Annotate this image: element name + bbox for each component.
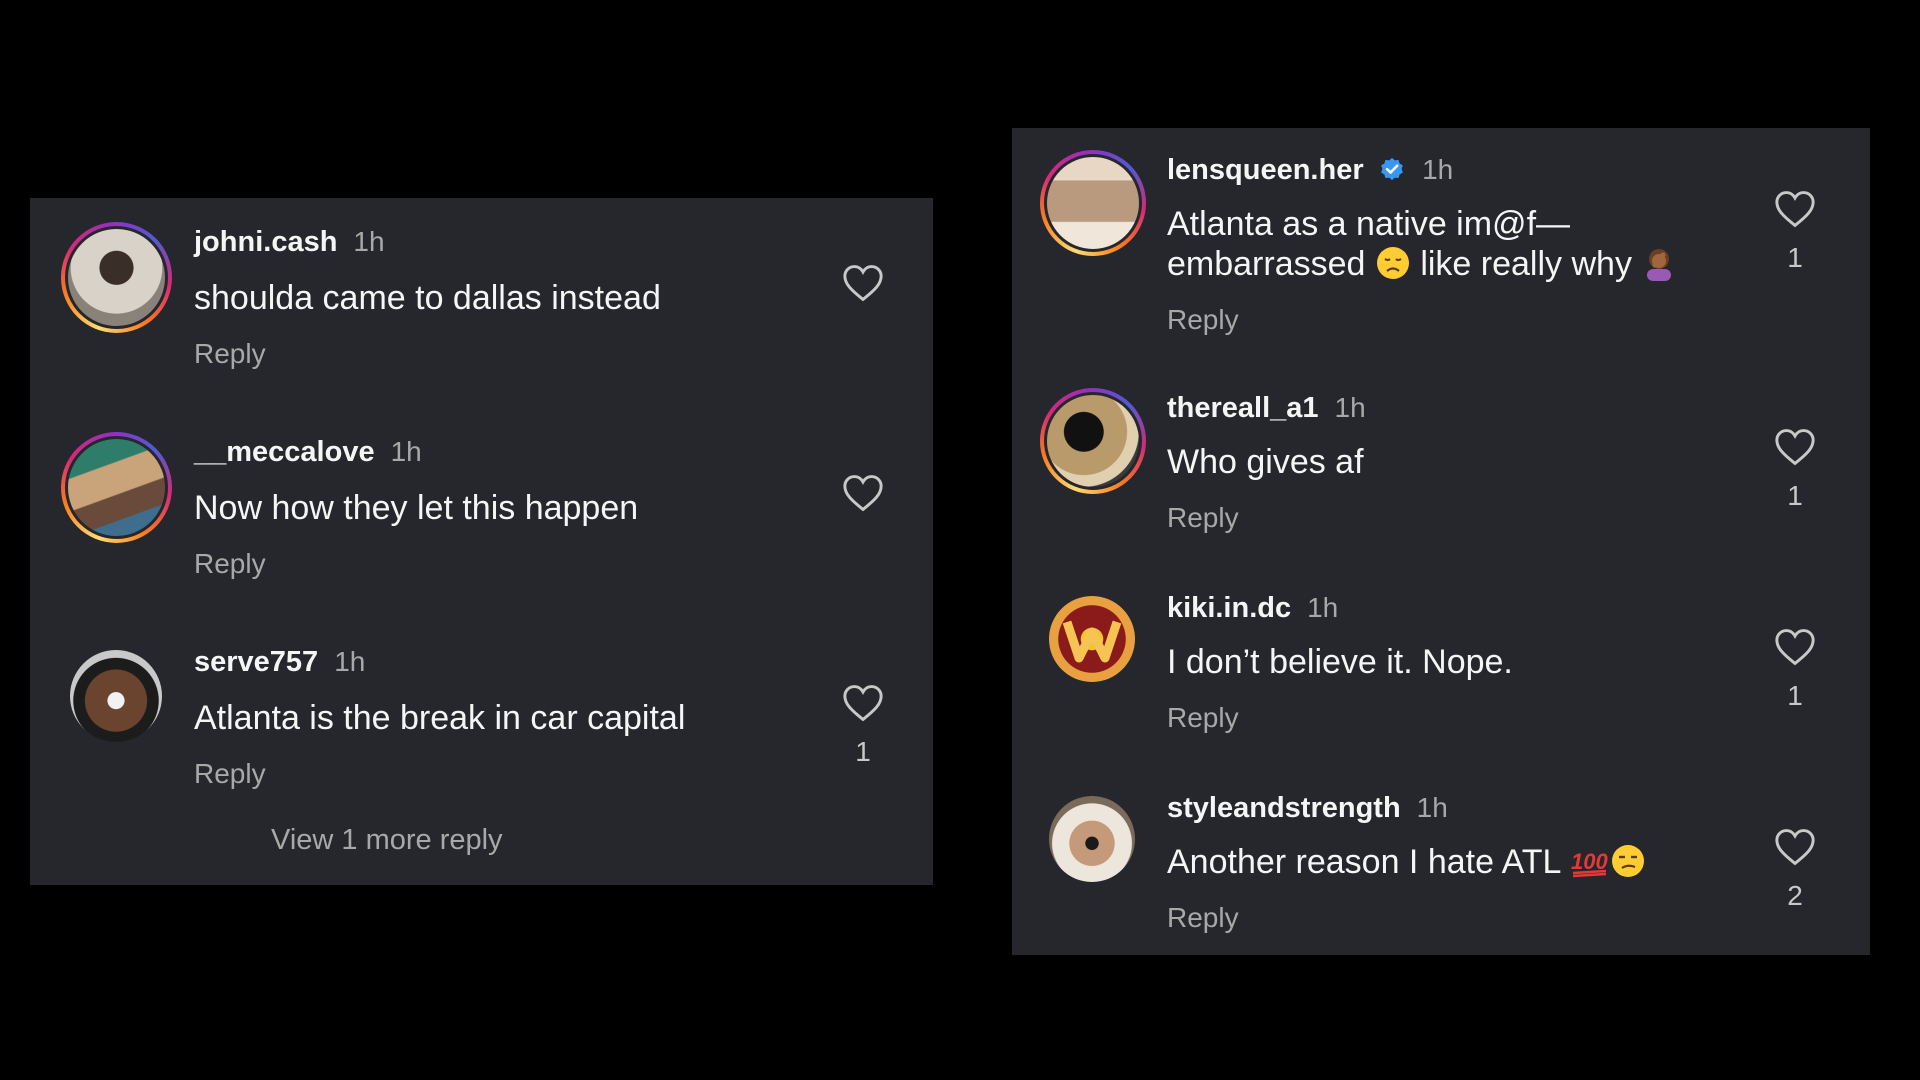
comment-text-line-1: Atlanta as a native im@f— (1167, 205, 1571, 243)
verified-badge-icon (1381, 157, 1403, 181)
like-count: 1 (1787, 680, 1803, 711)
reply-button[interactable]: Reply (194, 338, 266, 370)
comment-text: shoulda came to dallas instead (194, 279, 661, 317)
username[interactable]: kiki.in.dc (1167, 592, 1291, 624)
like-count: 1 (855, 736, 871, 767)
username[interactable]: johni.cash (194, 226, 337, 258)
username[interactable]: serve757 (194, 646, 318, 678)
timestamp: 1h (1422, 154, 1454, 185)
heart-outline-icon[interactable] (1774, 428, 1816, 466)
timestamp: 1h (390, 436, 422, 467)
heart-outline-icon[interactable] (1774, 628, 1816, 666)
comment-text-line-2: embarrassed like really why (1167, 244, 1677, 284)
timestamp: 1h (334, 646, 366, 677)
reply-button[interactable]: Reply (194, 548, 266, 580)
avatar[interactable] (1040, 388, 1146, 494)
comments-panel-left: johni.cash 1h shoulda came to dallas inst… (30, 198, 933, 885)
comment-text: I don’t believe it. Nope. (1167, 643, 1513, 681)
timestamp: 1h (353, 226, 385, 257)
avatar[interactable] (61, 222, 172, 333)
hundred-points-emoji: 100 (1571, 849, 1608, 878)
reply-button[interactable]: Reply (194, 758, 266, 790)
avatar[interactable] (70, 650, 162, 742)
reply-button[interactable]: Reply (1167, 902, 1239, 934)
comment-text: Atlanta is the break in car capital (194, 699, 686, 737)
heart-outline-icon[interactable] (1774, 828, 1816, 866)
view-more-replies-button[interactable]: View 1 more reply (271, 824, 503, 857)
heart-outline-icon[interactable] (842, 684, 884, 722)
like-count: 1 (1787, 480, 1803, 511)
timestamp: 1h (1334, 392, 1366, 423)
like-count: 2 (1787, 880, 1803, 911)
username[interactable]: __meccalove (194, 436, 375, 468)
reply-button[interactable]: Reply (1167, 502, 1239, 534)
reply-button[interactable]: Reply (1167, 702, 1239, 734)
woman-facepalming-emoji (1647, 249, 1672, 281)
comment-text: Another reason I hate ATL (1167, 843, 1561, 881)
username[interactable]: lensqueen.her (1167, 154, 1364, 186)
timestamp: 1h (1307, 592, 1339, 623)
unamused-face-emoji (1611, 845, 1644, 877)
comments-panel-right: lensqueen.her 1h Atlanta as a native im@… (1012, 128, 1870, 955)
username[interactable]: styleandstrength (1167, 792, 1401, 824)
avatar[interactable] (1049, 596, 1135, 682)
timestamp: 1h (1416, 792, 1448, 823)
like-count: 1 (1787, 242, 1803, 273)
heart-outline-icon[interactable] (1774, 190, 1816, 228)
comment-text: Who gives af (1167, 443, 1364, 481)
disappointed-face-emoji (1376, 247, 1409, 279)
comment-text-fragment: embarrassed (1167, 245, 1366, 283)
heart-outline-icon[interactable] (842, 264, 884, 302)
team-logo-icon (1062, 620, 1122, 663)
comment-text-line: Another reason I hate ATL 100 (1167, 842, 1646, 882)
avatar[interactable] (1049, 796, 1135, 882)
comment-text: Now how they let this happen (194, 489, 639, 527)
comment-text-fragment: like really why (1420, 245, 1632, 283)
reply-button[interactable]: Reply (1167, 304, 1239, 336)
username[interactable]: thereall_a1 (1167, 392, 1319, 424)
avatar[interactable] (61, 432, 172, 543)
avatar[interactable] (1040, 150, 1146, 256)
heart-outline-icon[interactable] (842, 474, 884, 512)
